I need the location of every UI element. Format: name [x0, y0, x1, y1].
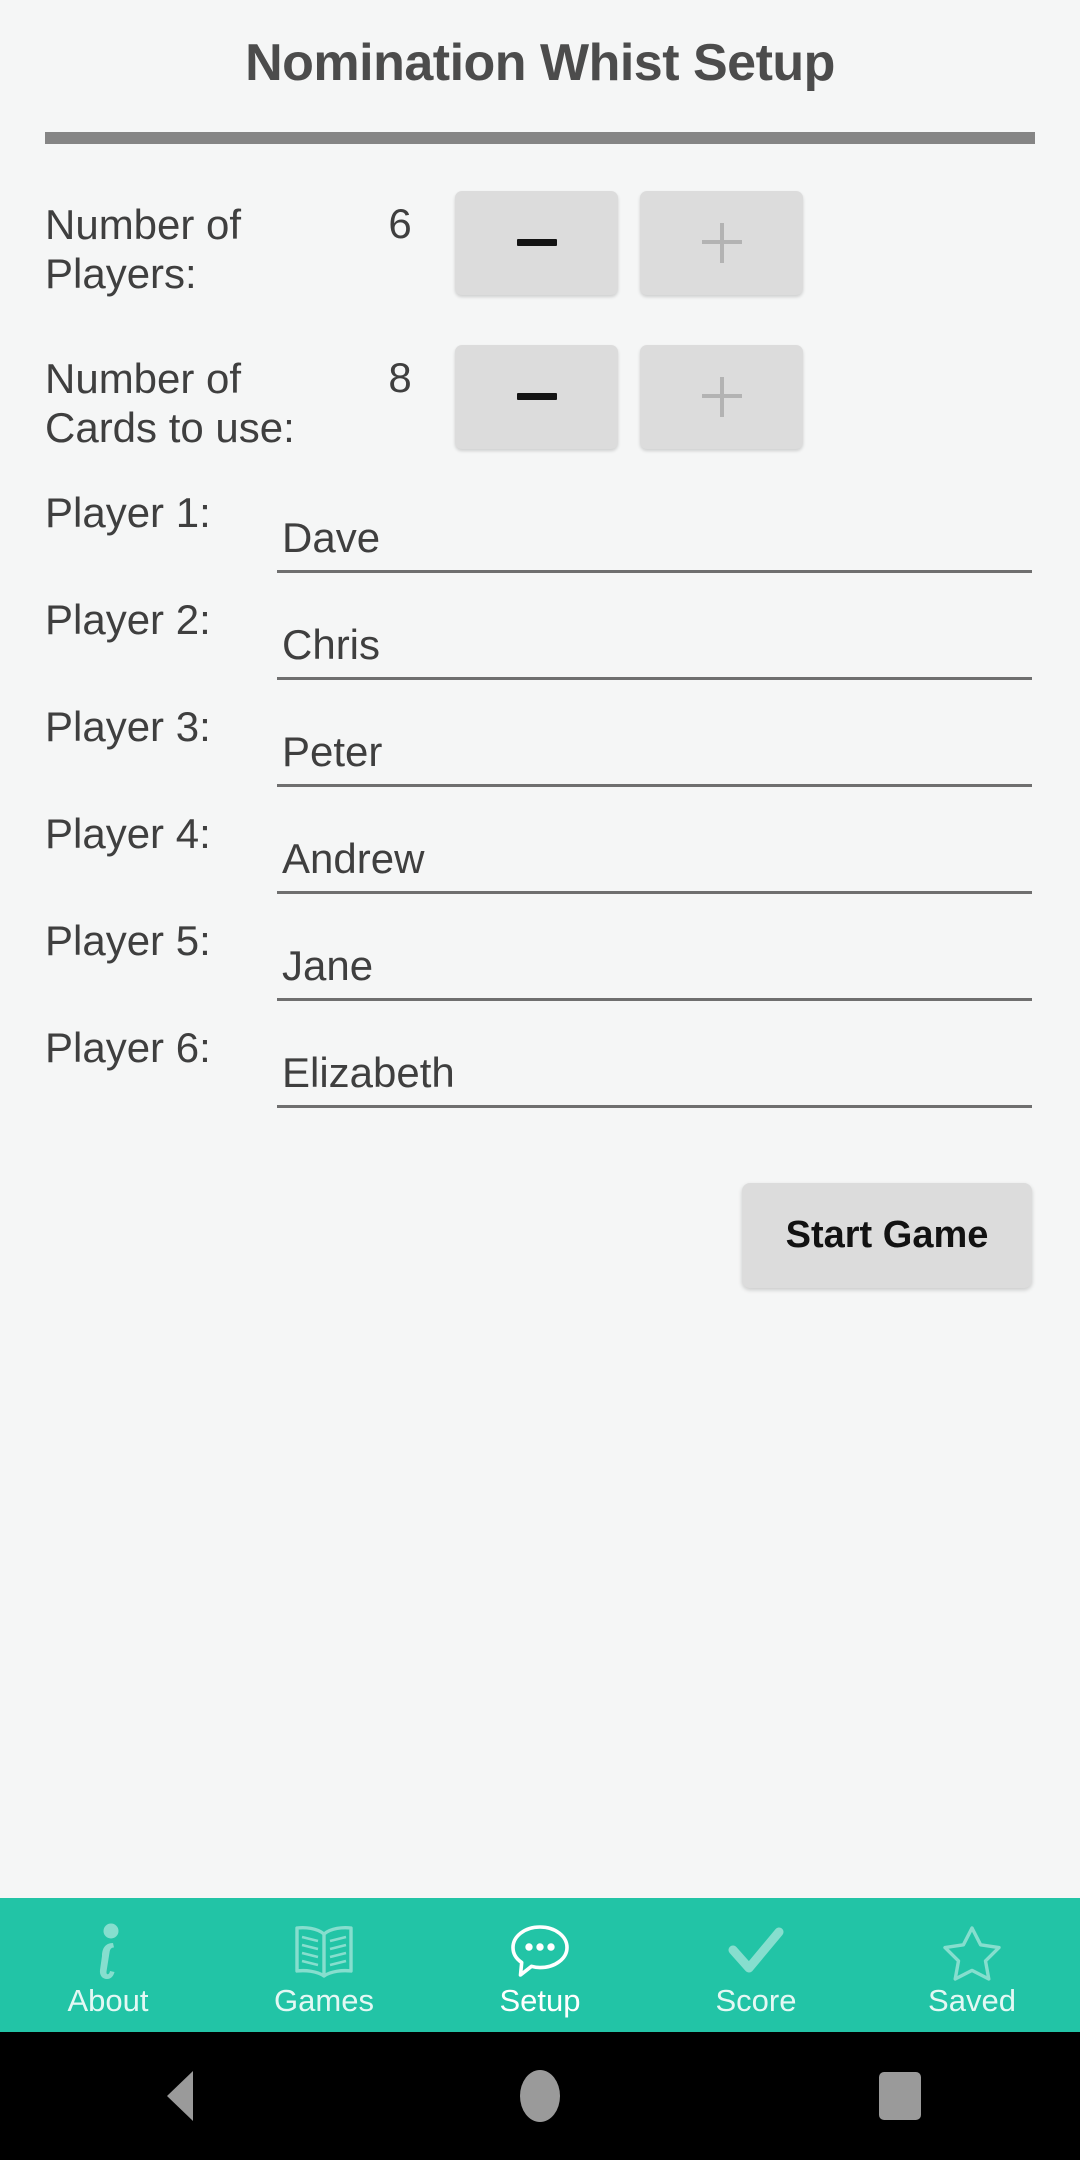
players-decrement-button[interactable] [455, 190, 618, 295]
minus-icon [516, 393, 557, 401]
player-name-value: Chris [282, 620, 381, 668]
recents-square-icon [879, 2072, 921, 2120]
minus-icon [516, 239, 557, 247]
player-name-value: Jane [282, 941, 374, 989]
start-game-row: Start Game [45, 1182, 1035, 1288]
player-label: Player 5: [45, 916, 211, 964]
players-stepper-value: 6 [388, 199, 412, 247]
player-name-value: Andrew [282, 834, 425, 882]
nav-label-games: Games [274, 1982, 374, 2018]
home-circle-icon [520, 2070, 560, 2122]
nav-item-saved[interactable]: Saved [864, 1898, 1080, 2032]
back-triangle-icon [167, 2071, 193, 2121]
start-game-button[interactable]: Start Game [742, 1182, 1032, 1288]
player-name-input[interactable]: Chris [277, 620, 1032, 680]
book-icon [293, 1921, 355, 1983]
player-label: Player 3: [45, 702, 211, 750]
player-row: Player 3: Peter [45, 680, 1035, 787]
app-screen: Nomination Whist Setup Number of Players… [0, 0, 1080, 2160]
cards-stepper-label: Number of Cards to use: [45, 354, 295, 452]
players-increment-button[interactable] [640, 190, 803, 295]
player-name-input[interactable]: Jane [277, 941, 1032, 1001]
plus-icon [701, 376, 742, 417]
player-label: Player 2: [45, 595, 211, 643]
bottom-navigation: About Games Setup Score Saved [0, 1898, 1080, 2032]
player-label: Player 6: [45, 1023, 211, 1071]
nav-label-setup: Setup [499, 1982, 581, 2018]
player-row: Player 5: Jane [45, 894, 1035, 1001]
cards-stepper-row: Number of Cards to use: 8 [45, 340, 1035, 466]
nav-label-score: Score [715, 1982, 797, 2018]
cards-stepper-value: 8 [388, 353, 412, 401]
title-area: Nomination Whist Setup [0, 0, 1080, 144]
setup-form: Number of Players: 6 Number of Cards to … [0, 144, 1080, 1898]
nav-item-games[interactable]: Games [216, 1898, 432, 2032]
speech-bubble-icon [508, 1921, 572, 1983]
player-name-input[interactable]: Andrew [277, 834, 1032, 894]
cards-decrement-button[interactable] [455, 344, 618, 449]
system-back-button[interactable] [120, 2071, 240, 2121]
player-name-input[interactable]: Elizabeth [277, 1048, 1032, 1108]
player-label: Player 4: [45, 809, 211, 857]
nav-item-score[interactable]: Score [648, 1898, 864, 2032]
check-icon [725, 1921, 787, 1983]
player-name-input[interactable]: Dave [277, 513, 1032, 573]
player-name-value: Peter [282, 727, 383, 775]
players-stepper-label: Number of Players: [45, 200, 242, 298]
nav-label-about: About [67, 1982, 149, 2018]
android-system-bar [0, 2032, 1080, 2160]
player-row: Player 6: Elizabeth [45, 1001, 1035, 1108]
players-stepper-row: Number of Players: 6 [45, 186, 1035, 312]
players-stepper-buttons [455, 186, 803, 295]
cards-stepper-buttons [455, 340, 803, 449]
player-row: Player 4: Andrew [45, 787, 1035, 894]
page-title: Nomination Whist Setup [245, 34, 835, 92]
player-row: Player 2: Chris [45, 573, 1035, 680]
info-icon [86, 1921, 130, 1983]
nav-label-saved: Saved [928, 1982, 1016, 2018]
nav-item-about[interactable]: About [0, 1898, 216, 2032]
player-label: Player 1: [45, 488, 211, 536]
player-row: Player 1: Dave [45, 466, 1035, 573]
title-divider [45, 131, 1035, 144]
system-home-button[interactable] [480, 2070, 600, 2122]
player-name-input[interactable]: Peter [277, 727, 1032, 787]
player-name-value: Elizabeth [282, 1048, 455, 1096]
player-name-value: Dave [282, 513, 381, 561]
nav-item-setup[interactable]: Setup [432, 1898, 648, 2032]
cards-increment-button[interactable] [640, 344, 803, 449]
star-icon [941, 1921, 1003, 1983]
plus-icon [701, 222, 742, 263]
system-recents-button[interactable] [840, 2072, 960, 2120]
